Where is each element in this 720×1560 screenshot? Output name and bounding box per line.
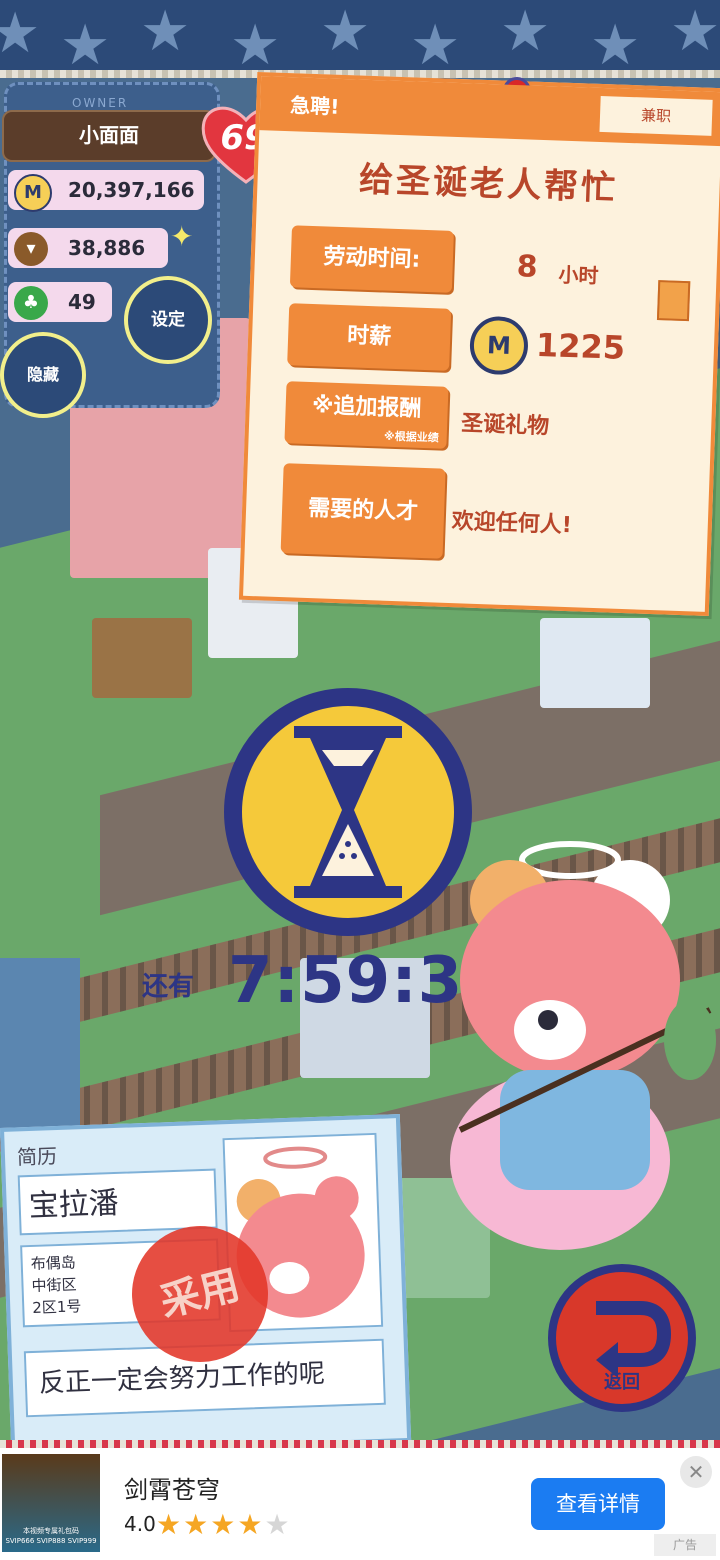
- owner-name: 小面面: [2, 110, 216, 162]
- ad-thumb-line: SVIP666 SVIP888 SVIP999: [5, 1537, 97, 1545]
- star-icon: ★: [183, 1508, 211, 1541]
- ad-banner[interactable]: 本视频专属礼包码 SVIP666 SVIP888 SVIP999 剑霄苍穹 4.…: [0, 1448, 720, 1560]
- star-decoration: ★: [230, 13, 281, 78]
- crop-value: 38,886: [68, 236, 146, 260]
- star-decoration: ★: [410, 13, 461, 78]
- shed: [92, 618, 192, 698]
- water: [0, 958, 80, 1138]
- angel-bear-mascot: [450, 841, 716, 1250]
- back-label: 返回: [604, 1372, 640, 1393]
- coin-counter: M 20,397,166: [8, 170, 204, 212]
- part-time-label: 兼职: [599, 95, 713, 136]
- ad-details-button[interactable]: 查看详情: [531, 1478, 665, 1530]
- ad-title: 剑霄苍穹: [124, 1476, 220, 1504]
- applicant-name: 宝拉潘: [17, 1168, 218, 1236]
- hammer-icon: [656, 280, 691, 322]
- talent-value: 欢迎任何人!: [451, 509, 573, 539]
- remaining-label: 还有: [142, 972, 195, 1002]
- job-poster: 急聘! 兼职 给圣诞老人帮忙 劳动时间: 8 小时 时薪 M 1225 ※追加报…: [238, 71, 720, 617]
- hourglass-badge: [224, 688, 472, 936]
- coin-icon: M: [14, 174, 52, 212]
- bonus-label-box: ※追加报酬 ※根据业绩: [284, 381, 449, 449]
- ad-thumbnail[interactable]: 本视频专属礼包码 SVIP666 SVIP888 SVIP999: [2, 1454, 100, 1552]
- ad-rating-stars: ★★★★★: [156, 1508, 292, 1541]
- urgent-label: 急聘!: [289, 93, 340, 119]
- hire-stamp-label: 采用: [155, 1262, 245, 1326]
- hours-value: 8: [516, 249, 539, 285]
- hide-label: 隐藏: [26, 365, 59, 384]
- ad-tag: 广告: [654, 1534, 716, 1556]
- sparkle-icon: ✦: [170, 220, 194, 253]
- star-icon: ★: [264, 1508, 292, 1541]
- wage-value: 1225: [535, 325, 626, 367]
- job-title: 给圣诞老人帮忙: [358, 159, 619, 209]
- clover-icon: ♣: [14, 286, 48, 320]
- poster-header: 急聘! 兼职: [259, 76, 720, 147]
- crop-basket-icon: ▾: [14, 232, 48, 266]
- hours-label: 劳动时间:: [289, 225, 454, 293]
- hourglass-icon: [294, 726, 402, 898]
- top-star-banner: ★ ★ ★ ★ ★ ★ ★ ★ ★: [0, 0, 720, 78]
- coin-value: 20,397,166: [68, 178, 195, 202]
- clover-value: 49: [68, 290, 96, 314]
- crop-counter: ▾ 38,886: [8, 228, 168, 268]
- ad-thumb-line: 本视频专属礼包码: [23, 1527, 79, 1535]
- star-icon: ★: [237, 1508, 265, 1541]
- ad-thumb-caption: 本视频专属礼包码 SVIP666 SVIP888 SVIP999: [2, 1526, 100, 1546]
- star-decoration: ★: [0, 1, 41, 66]
- wage-coin-icon: M: [468, 315, 529, 376]
- settings-button[interactable]: 设定: [124, 276, 212, 364]
- star-decoration: ★: [60, 13, 111, 78]
- hide-button[interactable]: 隐藏: [0, 332, 86, 418]
- bonus-note: ※根据业绩: [383, 429, 439, 445]
- hours-unit: 小时: [558, 262, 599, 288]
- wage-label: 时薪: [287, 303, 452, 371]
- clover-counter: ♣ 49: [8, 282, 112, 322]
- talent-label: 需要的人才: [280, 463, 446, 559]
- ad-rating: 4.0: [124, 1512, 156, 1536]
- bonus-label: ※追加报酬: [311, 393, 422, 422]
- star-decoration: ★: [670, 0, 720, 64]
- stitch-edge: [0, 1440, 720, 1448]
- resume-title: 简历: [16, 1144, 58, 1170]
- ad-close-icon[interactable]: ✕: [680, 1456, 712, 1488]
- kiosk: [540, 618, 650, 708]
- star-icon: ★: [156, 1508, 184, 1541]
- star-decoration: ★: [590, 13, 641, 78]
- bonus-value: 圣诞礼物: [460, 411, 550, 440]
- star-decoration: ★: [320, 0, 371, 64]
- star-decoration: ★: [140, 0, 191, 64]
- star-decoration: ★: [500, 0, 551, 64]
- star-icon: ★: [210, 1508, 238, 1541]
- settings-label: 设定: [151, 310, 185, 330]
- owner-caption: OWNER: [72, 96, 129, 110]
